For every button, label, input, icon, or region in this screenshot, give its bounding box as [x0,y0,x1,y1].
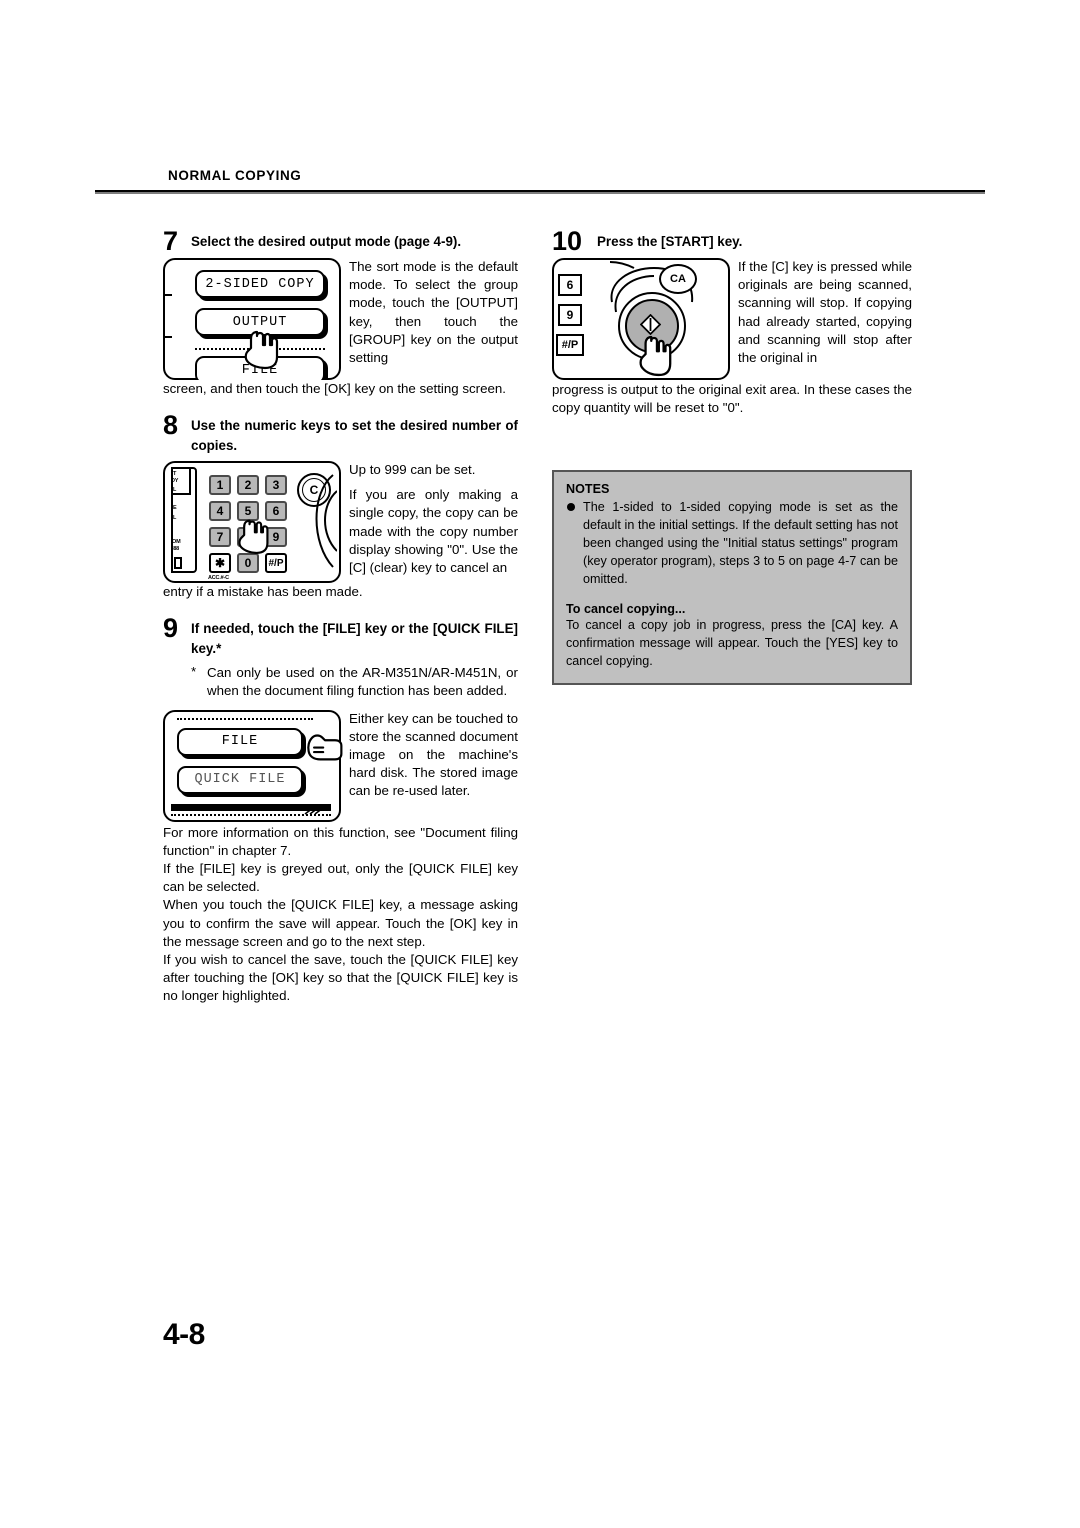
step-9-para-3: When you touch the [QUICK FILE] key, a m… [163,897,518,949]
pointing-hand-icon [638,334,674,378]
right-column: 10 Press the [START] key. 6 9 #/P CA If … [552,228,912,417]
step-8-title: Use the numeric keys to set the desired … [191,418,518,453]
keypad-key-2[interactable]: 2 [237,475,259,496]
file-keys-screen-illustration: FILE QUICK FILE [163,709,343,822]
pointing-hand-left-icon [305,733,345,772]
pointing-hand-icon [237,515,271,555]
step-7-text-wrapped: The sort mode is the default mode. To se… [349,259,518,366]
step-8-text-2: If you are only making a single copy, th… [349,487,518,576]
step-8-illustration-block: T DY L E L OM I88 1 2 3 4 5 6 7 9 ✱ 0 #/… [163,461,518,584]
keypad-key-7[interactable]: 7 [209,527,231,548]
left-column: 7 Select the desired output mode (page 4… [163,228,518,1006]
clear-key-c[interactable]: C [297,473,331,508]
step-8-number: 8 [163,410,179,441]
output-mode-screen-illustration: 2-SIDED COPY OUTPUT FILE [163,258,341,380]
keypad-panel: T DY L E L OM I88 1 2 3 4 5 6 7 9 ✱ 0 #/… [163,461,341,584]
step-9-title: If needed, touch the [FILE] key or the [… [191,621,518,656]
step-7-sidetext: The sort mode is the default mode. To se… [349,258,518,367]
step-8-text-full: entry if a mistake has been made. [163,584,363,600]
page-number: 4-8 [163,1318,205,1351]
keypad-key-4[interactable]: 4 [209,501,231,522]
step-8-text-1: Up to 999 can be set. [349,462,476,478]
step-10-heading: 10 Press the [START] key. [552,228,912,255]
screen-key-file[interactable]: FILE [177,727,303,756]
step-10-number: 10 [552,226,583,256]
header-rule [95,190,985,194]
numeric-keypad-illustration: T DY L E L OM I88 1 2 3 4 5 6 7 9 ✱ 0 #/… [163,461,341,584]
pointing-hand-icon [243,326,281,370]
shading-marks-icon [304,806,324,815]
start-key-panel: 6 9 #/P CA [552,258,730,380]
step-8-sidetext: Up to 999 can be set. If you are only ma… [349,461,518,577]
panel-edge-stub-3 [174,557,182,570]
manual-page: NORMAL COPYING 7 Select the desired outp… [0,0,1080,1528]
notes-item-1: The 1-sided to 1-sided copying mode is s… [566,499,898,588]
notes-body: To cancel a copy job in progress, press … [566,618,898,669]
step-10-title: Press the [START] key. [597,234,743,249]
panel-key-9[interactable]: 9 [558,304,582,326]
step-9-footnote: Can only be used on the AR-M351N/AR-M451… [207,665,518,699]
step-9-para-2: If the [FILE] key is greyed out, only th… [163,860,518,895]
screen-key-2-sided-copy[interactable]: 2-SIDED COPY [195,270,325,298]
panel-key-hash-p[interactable]: #/P [556,334,584,356]
ca-key[interactable]: CA [659,264,697,294]
step-9-para-4: If you wish to cancel the save, touch th… [163,951,518,1004]
footnote-marker: * [191,664,197,680]
keypad-key-0[interactable]: 0 [237,553,259,574]
step-7-title: Select the desired output mode (page 4-9… [191,234,462,249]
step-7-number: 7 [163,226,179,256]
step-9-number: 9 [163,613,179,644]
step-9-sidetext: Either key can be touched to store the s… [349,710,518,801]
notes-box: NOTES The 1-sided to 1-sided copying mod… [552,470,912,685]
notes-item-1-text: The 1-sided to 1-sided copying mode is s… [583,500,898,586]
step-10-text-full: progress is output to the original exit … [552,382,912,416]
screen-key-quick-file[interactable]: QUICK FILE [177,765,303,794]
keypad-key-asterisk[interactable]: ✱ [209,553,231,574]
step-7-text-full: screen, and then touch the [OK] key on t… [163,381,506,396]
start-diamond-icon [640,314,661,335]
step-9-illustration-block: FILE QUICK FILE Either key can be touche… [163,709,518,822]
running-head: NORMAL COPYING [168,168,302,183]
notes-subtitle: To cancel copying... [566,602,686,617]
step-9-para-1: For more information on this function, s… [163,824,518,858]
step-9-text-wrapped: Either key can be touched to store the s… [349,710,518,799]
step-9-heading: 9 If needed, touch the [FILE] key or the… [163,615,518,658]
step-10-text-wrapped: If the [C] key is pressed while original… [738,259,912,366]
keypad-key-hash-p[interactable]: #/P [265,553,287,574]
start-key-illustration: 6 9 #/P CA [552,258,730,380]
step-10-sidetext: If the [C] key is pressed while original… [738,258,912,367]
step-7-illustration-block: 2-SIDED COPY OUTPUT FILE The sort mode i… [163,258,518,380]
bullet-icon [567,503,575,511]
lcd-panel-file: FILE QUICK FILE [163,709,343,822]
step-7-heading: 7 Select the desired output mode (page 4… [163,228,518,255]
notes-title: NOTES [566,482,610,496]
lcd-panel-output: 2-SIDED COPY OUTPUT FILE [163,258,341,380]
step-10-illustration-block: 6 9 #/P CA If the [C] key is pressed whi… [552,258,912,380]
acc-label: ACC.#-C [208,575,229,582]
step-9-footnote-block: * Can only be used on the AR-M351N/AR-M4… [191,664,518,700]
keypad-key-1[interactable]: 1 [209,475,231,496]
keypad-key-3[interactable]: 3 [265,475,287,496]
step-8-heading: 8 Use the numeric keys to set the desire… [163,412,518,455]
panel-key-6[interactable]: 6 [558,274,582,296]
